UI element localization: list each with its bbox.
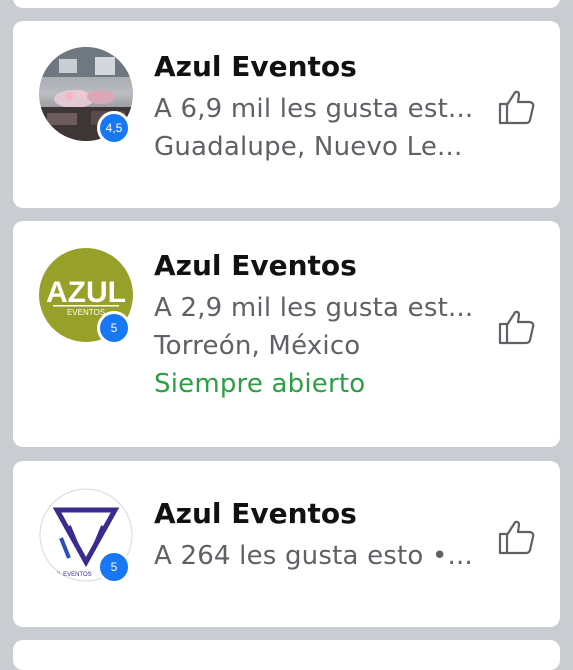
likes-count-text: A 2,9 mil les gusta est...	[154, 293, 474, 323]
open-status-text: Siempre abierto	[154, 369, 366, 399]
next-result-card[interactable]	[13, 640, 560, 670]
location-text: Guadalupe, Nuevo Le...	[154, 132, 463, 162]
previous-result-card[interactable]	[13, 0, 560, 8]
page-title[interactable]: Azul Eventos	[154, 497, 357, 530]
page-result-card[interactable]: AZUL EVENTOS 5 Azul Eventos A 2,9 mil le…	[13, 221, 560, 447]
logo-subtext: AZUL EVENTOS	[46, 572, 91, 578]
page-result-card[interactable]: AZUL EVENTOS 5 Azul Eventos A 264 les gu…	[13, 461, 560, 627]
page-result-card[interactable]: 4,5 Azul Eventos A 6,9 mil les gusta est…	[13, 21, 560, 208]
logo-text: AZUL	[46, 276, 126, 309]
thumbs-up-icon[interactable]	[497, 307, 537, 347]
likes-count-text: A 264 les gusta esto •...	[154, 541, 473, 571]
page-title[interactable]: Azul Eventos	[154, 50, 357, 83]
rating-badge: 5	[97, 311, 131, 345]
likes-count-text: A 6,9 mil les gusta est...	[154, 94, 474, 124]
logo-subtext: EVENTOS	[67, 308, 105, 317]
page-title[interactable]: Azul Eventos	[154, 249, 357, 282]
rating-badge: 4,5	[97, 111, 131, 145]
location-text: Torreón, México	[154, 331, 361, 361]
rating-badge: 5	[97, 550, 131, 584]
thumbs-up-icon[interactable]	[497, 87, 537, 127]
thumbs-up-icon[interactable]	[497, 517, 537, 557]
